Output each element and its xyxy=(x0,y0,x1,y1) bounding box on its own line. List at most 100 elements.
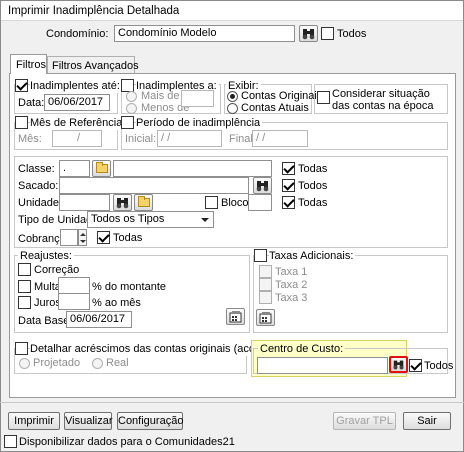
taxas-checkbox[interactable] xyxy=(254,249,267,262)
visualizar-button[interactable]: Visualizar xyxy=(64,412,113,430)
data-input[interactable]: 06/06/2017 xyxy=(44,94,110,111)
detalhar-label: Detalhar acréscimos das contas originais… xyxy=(30,343,286,356)
centro-custo-todos-label: Todos xyxy=(424,360,454,372)
considerar-checkbox[interactable] xyxy=(317,91,330,104)
classe-label: Classe: xyxy=(18,163,55,175)
condominio-input[interactable]: Condomínio Modelo xyxy=(114,25,295,42)
data-base-input[interactable]: 06/06/2017 xyxy=(66,311,132,328)
juros-suffix: % ao mês xyxy=(92,297,141,309)
binoculars-icon xyxy=(302,29,315,40)
mes-input[interactable]: / xyxy=(52,130,102,147)
mes-referencia-label: Mês de Referência: xyxy=(30,117,128,130)
considerar-label-2: das contas na época xyxy=(332,100,434,112)
taxas-label: Taxas Adicionais: xyxy=(269,250,356,263)
title-bar: Imprimir Inadimplência Detalhada xyxy=(1,1,463,21)
condominio-label: Condomínio: xyxy=(46,28,109,40)
folder-icon xyxy=(138,196,150,207)
sacado-todos-checkbox[interactable] xyxy=(282,179,295,192)
juros-checkbox[interactable] xyxy=(18,296,31,309)
sair-button[interactable]: Sair xyxy=(403,412,451,430)
real-radio[interactable] xyxy=(92,358,103,369)
taxa-1-checkbox[interactable] xyxy=(259,265,272,278)
menos-de-radio[interactable] xyxy=(126,103,137,114)
cobranca-spinner[interactable] xyxy=(78,229,87,246)
taxa-2-checkbox[interactable] xyxy=(259,278,272,291)
condominio-todos-checkbox[interactable] xyxy=(321,27,334,40)
bloco-checkbox[interactable] xyxy=(205,196,218,209)
condominio-search-button[interactable] xyxy=(299,25,318,42)
inicial-input[interactable]: / / xyxy=(157,130,222,147)
spin-down-icon xyxy=(80,240,86,243)
unidade-folder-button[interactable] xyxy=(134,194,153,211)
configuracao-button[interactable]: Configuração xyxy=(117,412,183,430)
divider xyxy=(0,402,464,403)
centro-custo-input[interactable] xyxy=(257,357,388,374)
centro-custo-label: Centro de Custo: xyxy=(258,343,346,356)
calculator-icon xyxy=(259,312,272,324)
imprimir-button[interactable]: Imprimir xyxy=(8,412,60,430)
correcao-checkbox[interactable] xyxy=(18,263,31,276)
contas-originais-radio[interactable] xyxy=(227,91,238,102)
sacado-search-button[interactable] xyxy=(253,177,272,194)
tab-filtros-avancados[interactable]: Filtros Avançados xyxy=(47,56,139,74)
calculator-icon xyxy=(229,311,242,323)
chevron-down-icon xyxy=(201,218,209,222)
tipo-unidade-select[interactable]: Todos os Tipos xyxy=(87,211,214,228)
real-label: Real xyxy=(106,357,129,369)
unidade-search-button[interactable] xyxy=(113,194,132,211)
mes-label: Mês: xyxy=(18,133,42,145)
unidade-todas-checkbox[interactable] xyxy=(282,196,295,209)
classe-folder-button[interactable] xyxy=(92,160,111,177)
multa-checkbox[interactable] xyxy=(18,280,31,293)
multa-label: Multa xyxy=(34,281,61,293)
inadimplentes-ate-label: Inadimplentes até: xyxy=(30,80,122,93)
correcao-label: Correção xyxy=(34,264,80,276)
cobranca-todas-label: Todas xyxy=(113,232,143,244)
condominio-todos-label: Todos xyxy=(337,28,367,40)
sacado-input[interactable] xyxy=(59,177,249,194)
bloco-label: Bloco: xyxy=(221,197,252,209)
taxa-2-label: Taxa 2 xyxy=(275,279,308,291)
juros-input[interactable] xyxy=(58,293,90,310)
mais-de-radio[interactable] xyxy=(126,91,137,102)
reajustes-label: Reajustes: xyxy=(18,250,74,263)
dias-input[interactable] xyxy=(181,90,214,107)
detalhar-checkbox[interactable] xyxy=(15,342,28,355)
tab-filtros[interactable]: Filtros xyxy=(10,54,47,74)
contas-atuais-radio[interactable] xyxy=(227,103,238,114)
juros-label: Juros xyxy=(34,297,61,309)
sacado-todos-label: Todos xyxy=(298,180,328,192)
cobranca-todas-checkbox[interactable] xyxy=(97,231,110,244)
unidade-input[interactable] xyxy=(59,194,110,211)
multa-input[interactable] xyxy=(58,277,90,294)
taxas-config-button[interactable] xyxy=(256,309,275,326)
disponibilizar-checkbox[interactable] xyxy=(4,435,17,448)
binoculars-icon xyxy=(116,198,129,209)
binoculars-icon xyxy=(256,181,269,192)
data-label: Data: xyxy=(18,97,45,109)
window-title: Imprimir Inadimplência Detalhada xyxy=(8,5,180,17)
unidade-label: Unidade: xyxy=(18,197,63,209)
projetado-radio[interactable] xyxy=(19,358,30,369)
periodo-checkbox[interactable] xyxy=(121,116,134,129)
spin-up-icon xyxy=(80,233,86,236)
classe-todas-checkbox[interactable] xyxy=(282,162,295,175)
periodo-label: Período de inadimplência xyxy=(136,117,263,130)
disponibilizar-label: Disponibilizar dados para o Comunidades2… xyxy=(19,436,235,448)
contas-atuais-label: Contas Atuais xyxy=(241,102,309,114)
reajustes-config-button[interactable] xyxy=(226,308,245,325)
centro-custo-todos-checkbox[interactable] xyxy=(409,359,422,372)
classe-code-input[interactable]: . xyxy=(59,160,90,177)
projetado-label: Projetado xyxy=(33,357,81,369)
gravar-tpl-button[interactable]: Gravar TPL xyxy=(333,412,396,430)
final-input[interactable]: / / xyxy=(252,130,308,147)
multa-suffix: % do montante xyxy=(92,281,166,293)
inadimplentes-ate-checkbox[interactable] xyxy=(15,79,28,92)
centro-custo-search-button[interactable] xyxy=(389,356,408,373)
binoculars-icon xyxy=(393,360,404,370)
taxa-3-checkbox[interactable] xyxy=(259,291,272,304)
cobranca-input[interactable] xyxy=(60,229,78,246)
mes-referencia-checkbox[interactable] xyxy=(15,116,28,129)
bloco-input[interactable] xyxy=(248,194,272,211)
classe-name-input[interactable] xyxy=(113,160,272,177)
